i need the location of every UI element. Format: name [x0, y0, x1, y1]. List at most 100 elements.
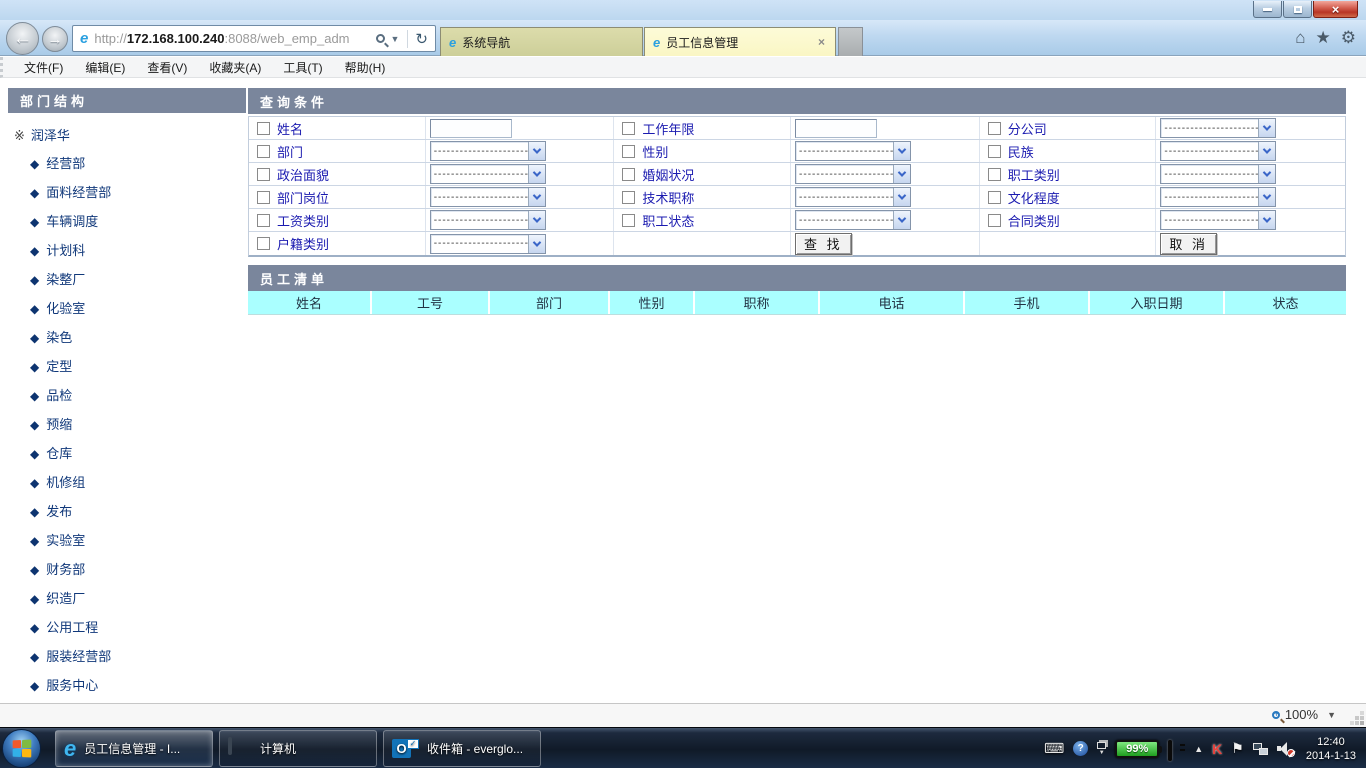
checkbox[interactable] [257, 191, 270, 204]
sidebar-item-department[interactable]: ◆仓库 [8, 438, 246, 467]
menu-item[interactable]: 编辑(E) [74, 59, 136, 76]
dropdown-select[interactable]: ------------------------ [1160, 118, 1276, 138]
tab-close-icon[interactable]: × [816, 35, 827, 49]
menu-item[interactable]: 收藏夹(A) [198, 59, 272, 76]
search-button[interactable]: 查 找 [795, 233, 852, 255]
chevron-down-icon[interactable]: ▼ [391, 34, 400, 44]
checkbox[interactable] [257, 214, 270, 227]
dropdown-arrow-button[interactable] [893, 165, 910, 183]
dropdown-arrow-button[interactable] [893, 142, 910, 160]
checkbox[interactable] [988, 168, 1001, 181]
dropdown-arrow-button[interactable] [893, 188, 910, 206]
sidebar-item-department[interactable]: ◆品检 [8, 380, 246, 409]
menu-item[interactable]: 查看(V) [136, 59, 198, 76]
dropdown-select[interactable]: ------------------------ [430, 187, 546, 207]
sidebar-item-department[interactable]: ◆染整厂 [8, 264, 246, 293]
taskbar-button-ie[interactable]: e员工信息管理 - I... [55, 730, 213, 767]
text-input[interactable] [795, 119, 877, 138]
dropdown-arrow-button[interactable] [1258, 211, 1275, 229]
gear-icon[interactable]: ⚙ [1341, 28, 1356, 48]
home-icon[interactable]: ⌂ [1295, 28, 1305, 48]
menu-item[interactable]: 文件(F) [13, 59, 74, 76]
sidebar-item-department[interactable]: ◆化验室 [8, 293, 246, 322]
forward-button[interactable]: → [42, 26, 68, 52]
taskbar-clock[interactable]: 12:40 2014-1-13 [1306, 735, 1356, 763]
back-button[interactable]: ← [6, 22, 39, 55]
checkbox[interactable] [988, 191, 1001, 204]
tab-2[interactable]: e员工信息管理× [644, 27, 836, 56]
kaspersky-icon[interactable]: K [1212, 741, 1222, 757]
checkbox[interactable] [622, 168, 635, 181]
taskbar-button-outlook[interactable]: O✓收件箱 - everglo... [383, 730, 541, 767]
restore-window-icon[interactable]: ▼ [1097, 742, 1106, 756]
dropdown-select[interactable]: ------------------------ [795, 187, 911, 207]
dropdown-select[interactable]: ------------------------ [430, 141, 546, 161]
checkbox[interactable] [988, 122, 1001, 135]
url-text[interactable]: http://172.168.100.240:8088/web_emp_adm [94, 31, 373, 46]
menu-item[interactable]: 帮助(H) [334, 59, 397, 76]
dropdown-select[interactable]: ------------------------ [430, 164, 546, 184]
checkbox[interactable] [622, 214, 635, 227]
keyboard-icon[interactable]: ⌨ [1044, 740, 1064, 757]
sidebar-item-department[interactable]: ◆服务中心 [8, 670, 246, 699]
network-icon[interactable] [1253, 743, 1268, 755]
menu-item[interactable]: 工具(T) [272, 59, 333, 76]
dropdown-select[interactable]: ------------------------ [1160, 164, 1276, 184]
sidebar-item-department[interactable]: ◆机修组 [8, 467, 246, 496]
checkbox[interactable] [622, 122, 635, 135]
restore-button[interactable] [1283, 1, 1312, 18]
hidden-icons-arrow[interactable]: ▲ [1194, 744, 1203, 754]
dropdown-arrow-button[interactable] [1258, 142, 1275, 160]
checkbox[interactable] [988, 145, 1001, 158]
dropdown-select[interactable]: ------------------------ [1160, 141, 1276, 161]
dropdown-arrow-button[interactable] [528, 211, 545, 229]
sidebar-item-department[interactable]: ◆织造厂 [8, 583, 246, 612]
dropdown-select[interactable]: ------------------------ [795, 210, 911, 230]
speaker-muted-icon[interactable] [1277, 742, 1293, 755]
checkbox[interactable] [622, 145, 635, 158]
dropdown-arrow-button[interactable] [528, 142, 545, 160]
sidebar-item-department[interactable]: ◆预缩 [8, 409, 246, 438]
new-tab-button[interactable] [838, 27, 863, 56]
sidebar-item-department[interactable]: ◆染色 [8, 322, 246, 351]
dropdown-arrow-button[interactable] [893, 211, 910, 229]
sidebar-item-department[interactable]: ◆实验室 [8, 525, 246, 554]
dropdown-arrow-button[interactable] [528, 188, 545, 206]
dropdown-select[interactable]: ------------------------ [1160, 187, 1276, 207]
sidebar-item-department[interactable]: ◆面料经营部 [8, 177, 246, 206]
text-input[interactable] [430, 119, 512, 138]
tab-1[interactable]: e系统导航 [440, 27, 643, 56]
dropdown-arrow-button[interactable] [1258, 119, 1275, 137]
checkbox[interactable] [257, 237, 270, 250]
checkbox[interactable] [257, 145, 270, 158]
dropdown-select[interactable]: ------------------------ [430, 210, 546, 230]
sidebar-item-department[interactable]: ◆经营部 [8, 148, 246, 177]
address-bar[interactable]: e http://172.168.100.240:8088/web_emp_ad… [72, 25, 436, 52]
tree-root-company[interactable]: ※润泽华 [8, 121, 246, 148]
minimize-button[interactable] [1253, 1, 1282, 18]
sidebar-item-department[interactable]: ◆公用工程 [8, 612, 246, 641]
cancel-button[interactable]: 取 消 [1160, 233, 1217, 255]
battery-indicator[interactable]: 99% [1115, 740, 1159, 758]
sidebar-item-department[interactable]: ◆定型 [8, 351, 246, 380]
search-icon[interactable] [376, 34, 385, 43]
dropdown-select[interactable]: ------------------------ [430, 234, 546, 254]
taskbar-button-computer[interactable]: 计算机 [219, 730, 377, 767]
checkbox[interactable] [988, 214, 1001, 227]
checkbox[interactable] [257, 168, 270, 181]
power-plug-icon[interactable] [1168, 742, 1185, 755]
dropdown-arrow-button[interactable] [528, 235, 545, 253]
dropdown-arrow-button[interactable] [528, 165, 545, 183]
favorites-star-icon[interactable]: ★ [1316, 28, 1331, 48]
sidebar-item-department[interactable]: ◆服装经营部 [8, 641, 246, 670]
start-button[interactable] [2, 729, 41, 768]
sidebar-item-department[interactable]: ◆计划科 [8, 235, 246, 264]
help-icon[interactable]: ? [1073, 741, 1088, 756]
dropdown-arrow-button[interactable] [1258, 165, 1275, 183]
zoom-control[interactable]: 100% ▼ [1272, 707, 1340, 722]
checkbox[interactable] [622, 191, 635, 204]
checkbox[interactable] [257, 122, 270, 135]
dropdown-select[interactable]: ------------------------ [795, 164, 911, 184]
close-button[interactable]: × [1313, 1, 1358, 18]
dropdown-select[interactable]: ------------------------ [1160, 210, 1276, 230]
